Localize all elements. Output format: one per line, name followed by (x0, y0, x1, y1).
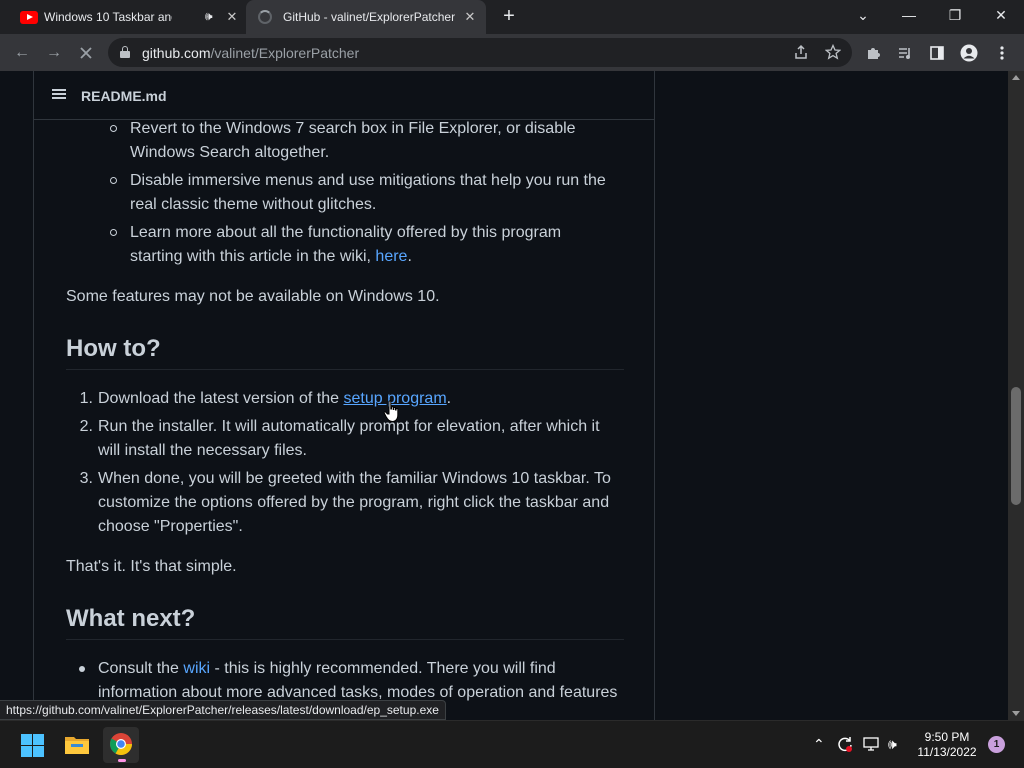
scroll-down-icon[interactable] (1012, 711, 1020, 716)
step-item: Download the latest version of the setup… (98, 390, 452, 407)
list-item: Learn more about all the functionality o… (130, 224, 562, 265)
file-explorer-button[interactable] (59, 727, 95, 763)
heading-divider (66, 369, 624, 370)
heading-divider (66, 639, 624, 640)
readme-container: README.md Revert to the Windows 7 search… (33, 71, 655, 720)
scroll-up-icon[interactable] (1012, 75, 1020, 80)
start-button[interactable] (14, 727, 50, 763)
minimize-button[interactable]: — (886, 0, 932, 30)
media-icon[interactable] (892, 40, 918, 66)
clock-time: 9:50 PM (924, 730, 970, 744)
outline-list-icon[interactable] (52, 89, 66, 99)
network-icon[interactable] (862, 735, 880, 756)
lock-icon[interactable] (120, 46, 130, 58)
bullet-icon (110, 125, 117, 132)
vertical-scrollbar[interactable] (1008, 71, 1024, 720)
tab-github-explorerpatcher[interactable]: GitHub - valinet/ExplorerPatcher ✕ (246, 0, 486, 34)
clock-date: 11/13/2022 (917, 745, 977, 759)
wiki-here-link[interactable]: here (375, 248, 407, 265)
bullet-icon (110, 229, 117, 236)
hand-cursor-icon (383, 400, 399, 423)
bookmark-star-icon[interactable] (820, 39, 846, 65)
youtube-icon (20, 11, 38, 24)
bullet-icon (79, 666, 85, 672)
stop-loading-button[interactable] (73, 40, 99, 66)
step-item: When done, you will be greeted with the … (98, 470, 611, 535)
browser-toolbar: ← → github.com/valinet/ExplorerPatcher (0, 34, 1024, 71)
close-window-button[interactable]: ✕ (978, 0, 1024, 30)
sync-icon[interactable] (836, 735, 854, 756)
howto-heading: How to? (66, 335, 161, 362)
chrome-icon (110, 733, 132, 755)
show-hidden-icons-chevron[interactable]: ⌃ (813, 736, 825, 753)
tab-strip: Windows 10 Taskbar and Sta 🕪 ✕ GitHub - … (0, 0, 1024, 34)
list-item: Disable immersive menus and use mitigati… (130, 172, 606, 213)
tab-youtube-video[interactable]: Windows 10 Taskbar and Sta 🕪 ✕ (8, 0, 246, 34)
active-app-indicator (118, 759, 126, 762)
readme-header: README.md (34, 71, 654, 120)
new-tab-button[interactable]: + (499, 6, 519, 27)
forward-button[interactable]: → (41, 40, 67, 66)
what-next-heading: What next? (66, 605, 196, 632)
menu-icon[interactable] (989, 40, 1015, 66)
volume-icon[interactable]: 🕪 (888, 736, 897, 753)
profile-icon[interactable] (956, 40, 982, 66)
step-item: Run the installer. It will automatically… (98, 418, 600, 459)
page-content: README.md Revert to the Windows 7 search… (0, 71, 1008, 720)
tab-close-icon[interactable]: ✕ (224, 9, 240, 25)
list-item: Consult the wiki - this is highly recomm… (98, 660, 618, 701)
extensions-icon[interactable] (860, 40, 886, 66)
address-bar[interactable]: github.com/valinet/ExplorerPatcher (108, 38, 852, 67)
tab-close-icon[interactable]: ✕ (462, 9, 478, 25)
side-panel-icon[interactable] (924, 40, 950, 66)
share-icon[interactable] (788, 39, 814, 65)
windows-taskbar: ⌃ 🕪 9:50 PM 11/13/2022 1 (0, 720, 1024, 768)
chrome-taskbar-button[interactable] (103, 727, 139, 763)
wiki-link[interactable]: wiki (183, 660, 210, 677)
bullet-icon (110, 177, 117, 184)
tab-title: Windows 10 Taskbar and Sta (44, 10, 172, 24)
url-text: github.com/valinet/ExplorerPatcher (142, 45, 360, 61)
taskbar-clock[interactable]: 9:50 PM 11/13/2022 (912, 730, 982, 760)
list-item: Revert to the Windows 7 search box in Fi… (130, 120, 576, 161)
readme-title: README.md (81, 88, 167, 104)
speaker-icon[interactable]: 🕪 (205, 9, 213, 24)
scrollbar-thumb[interactable] (1011, 387, 1021, 505)
restore-button[interactable]: ❐ (932, 0, 978, 30)
link-status-bubble: https://github.com/valinet/ExplorerPatch… (0, 700, 446, 720)
simple-text: That's it. It's that simple. (66, 558, 237, 575)
close-icon (80, 47, 92, 59)
back-button[interactable]: ← (9, 40, 35, 66)
windows10-note: Some features may not be available on Wi… (66, 288, 440, 305)
notification-badge[interactable]: 1 (988, 736, 1005, 753)
tab-search-button[interactable]: ⌄ (840, 0, 886, 30)
tab-title: GitHub - valinet/ExplorerPatcher (283, 10, 455, 24)
folder-icon (65, 737, 89, 754)
loading-spinner-icon (258, 10, 272, 24)
